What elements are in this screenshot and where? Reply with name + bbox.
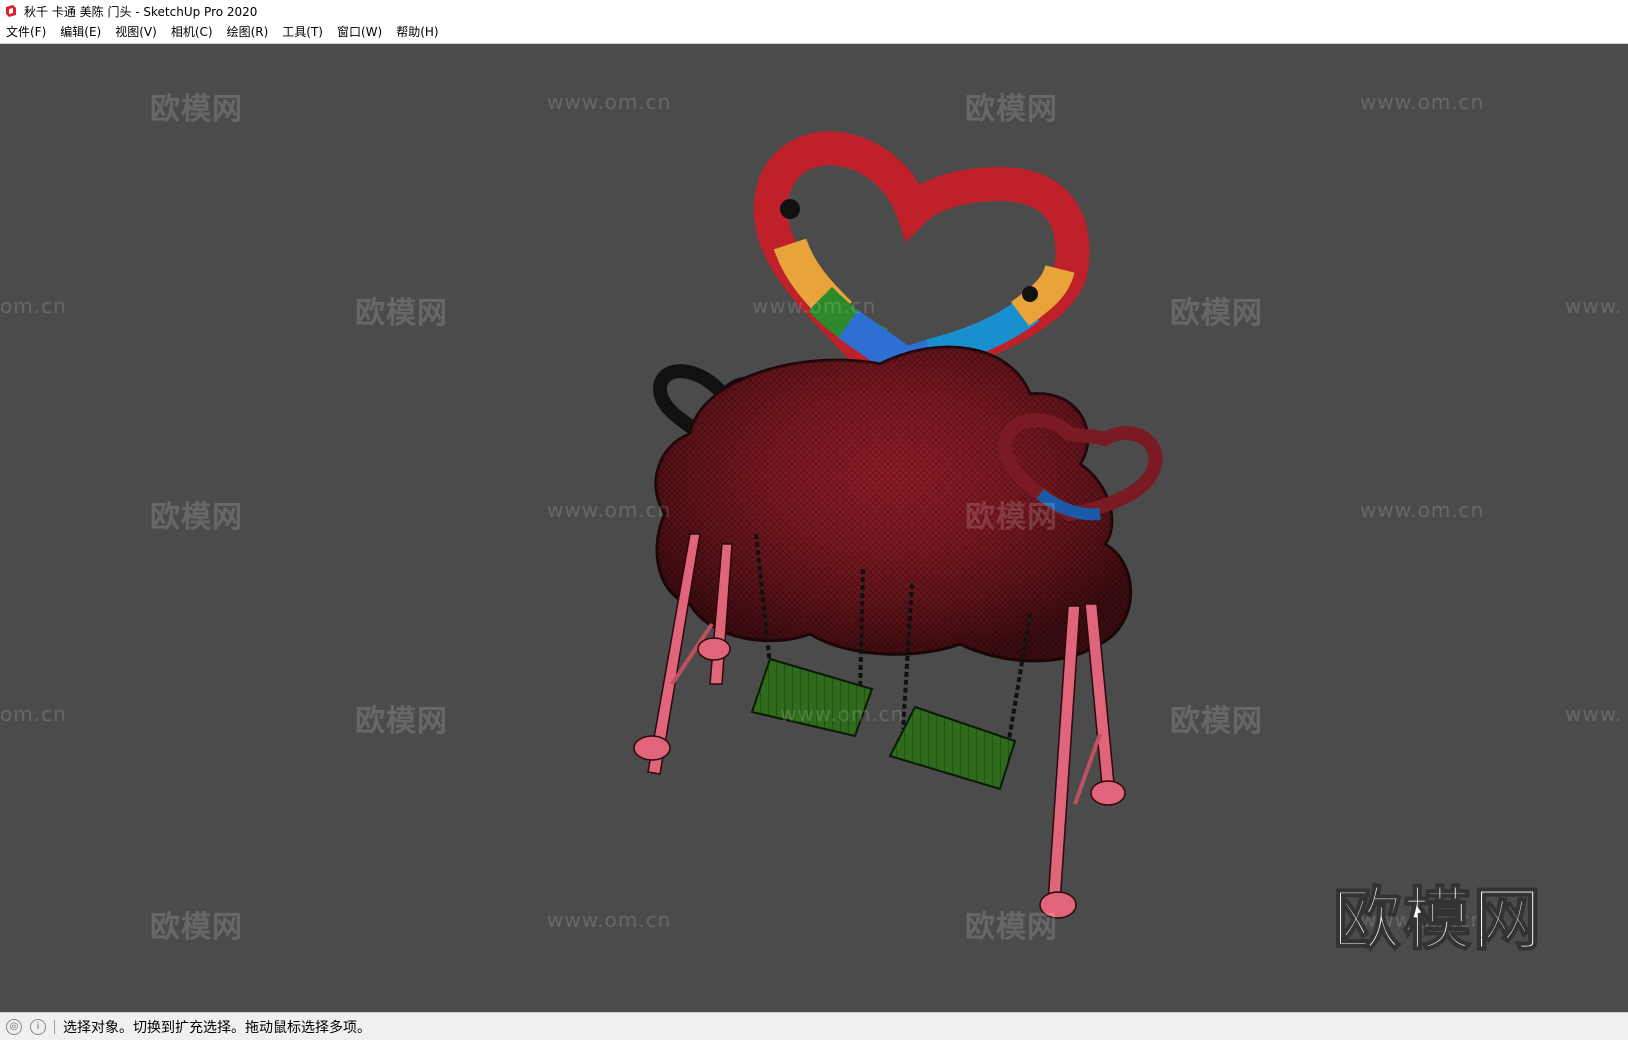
menu-edit[interactable]: 编辑(E) (54, 22, 109, 43)
menu-window[interactable]: 窗口(W) (331, 22, 390, 43)
sketchup-app-icon (6, 5, 16, 17)
watermark-cn: 欧模网 (150, 92, 243, 127)
menu-camera[interactable]: 相机(C) (165, 22, 221, 43)
geolocation-icon[interactable]: ◎ (6, 1018, 22, 1035)
watermark-url: www.om.cn (547, 498, 672, 522)
menu-draw[interactable]: 绘图(R) (221, 22, 277, 43)
menu-help[interactable]: 帮助(H) (390, 22, 446, 43)
watermark-cn: 欧模网 (965, 910, 1058, 945)
watermark-url-partial: www. (1565, 294, 1623, 318)
watermark-url-partial: om.cn (0, 294, 67, 318)
info-icon[interactable]: i (30, 1018, 46, 1035)
watermark-cn: 欧模网 (1170, 704, 1263, 739)
omwang-logo: 欧模网 (1332, 880, 1544, 961)
watermark-url: www.om.cn (752, 294, 877, 318)
watermark-url: www.om.cn (547, 90, 672, 114)
watermark-url: www.om.cn (780, 702, 905, 726)
watermark-url-partial: om.cn (0, 702, 67, 726)
watermark-cn: 欧模网 (150, 910, 243, 945)
status-bar: ◎ i 选择对象。切换到扩充选择。拖动鼠标选择多项。 (0, 1012, 1628, 1040)
watermark-url-partial: www. (1565, 702, 1623, 726)
watermark-cn: 欧模网 (1170, 296, 1263, 331)
menu-bar: 文件(F) 编辑(E) 视图(V) 相机(C) 绘图(R) 工具(T) 窗口(W… (0, 22, 1628, 44)
menu-view[interactable]: 视图(V) (109, 22, 165, 43)
window-title: 秋千 卡通 美陈 门头 - SketchUp Pro 2020 (24, 4, 258, 19)
watermark-cn: 欧模网 (965, 500, 1058, 535)
watermark-cn: 欧模网 (355, 296, 448, 331)
status-message: 选择对象。切换到扩充选择。拖动鼠标选择多项。 (63, 1019, 371, 1036)
watermark-cn: 欧模网 (355, 704, 448, 739)
watermark-cn: 欧模网 (965, 92, 1058, 127)
watermark-url: www.om.cn (547, 908, 672, 932)
menu-tools[interactable]: 工具(T) (276, 22, 331, 43)
status-divider (54, 1019, 55, 1034)
watermark-cn: 欧模网 (150, 500, 243, 535)
title-bar: 秋千 卡通 美陈 门头 - SketchUp Pro 2020 (0, 0, 1628, 22)
watermark-url: www.om.cn (1360, 498, 1485, 522)
menu-file[interactable]: 文件(F) (0, 22, 54, 43)
watermark-url: www.om.cn (1360, 90, 1485, 114)
3d-viewport[interactable]: 欧模网 www.om.cn 欧模网 www.om.cn om.cn 欧模网 ww… (0, 44, 1628, 1012)
